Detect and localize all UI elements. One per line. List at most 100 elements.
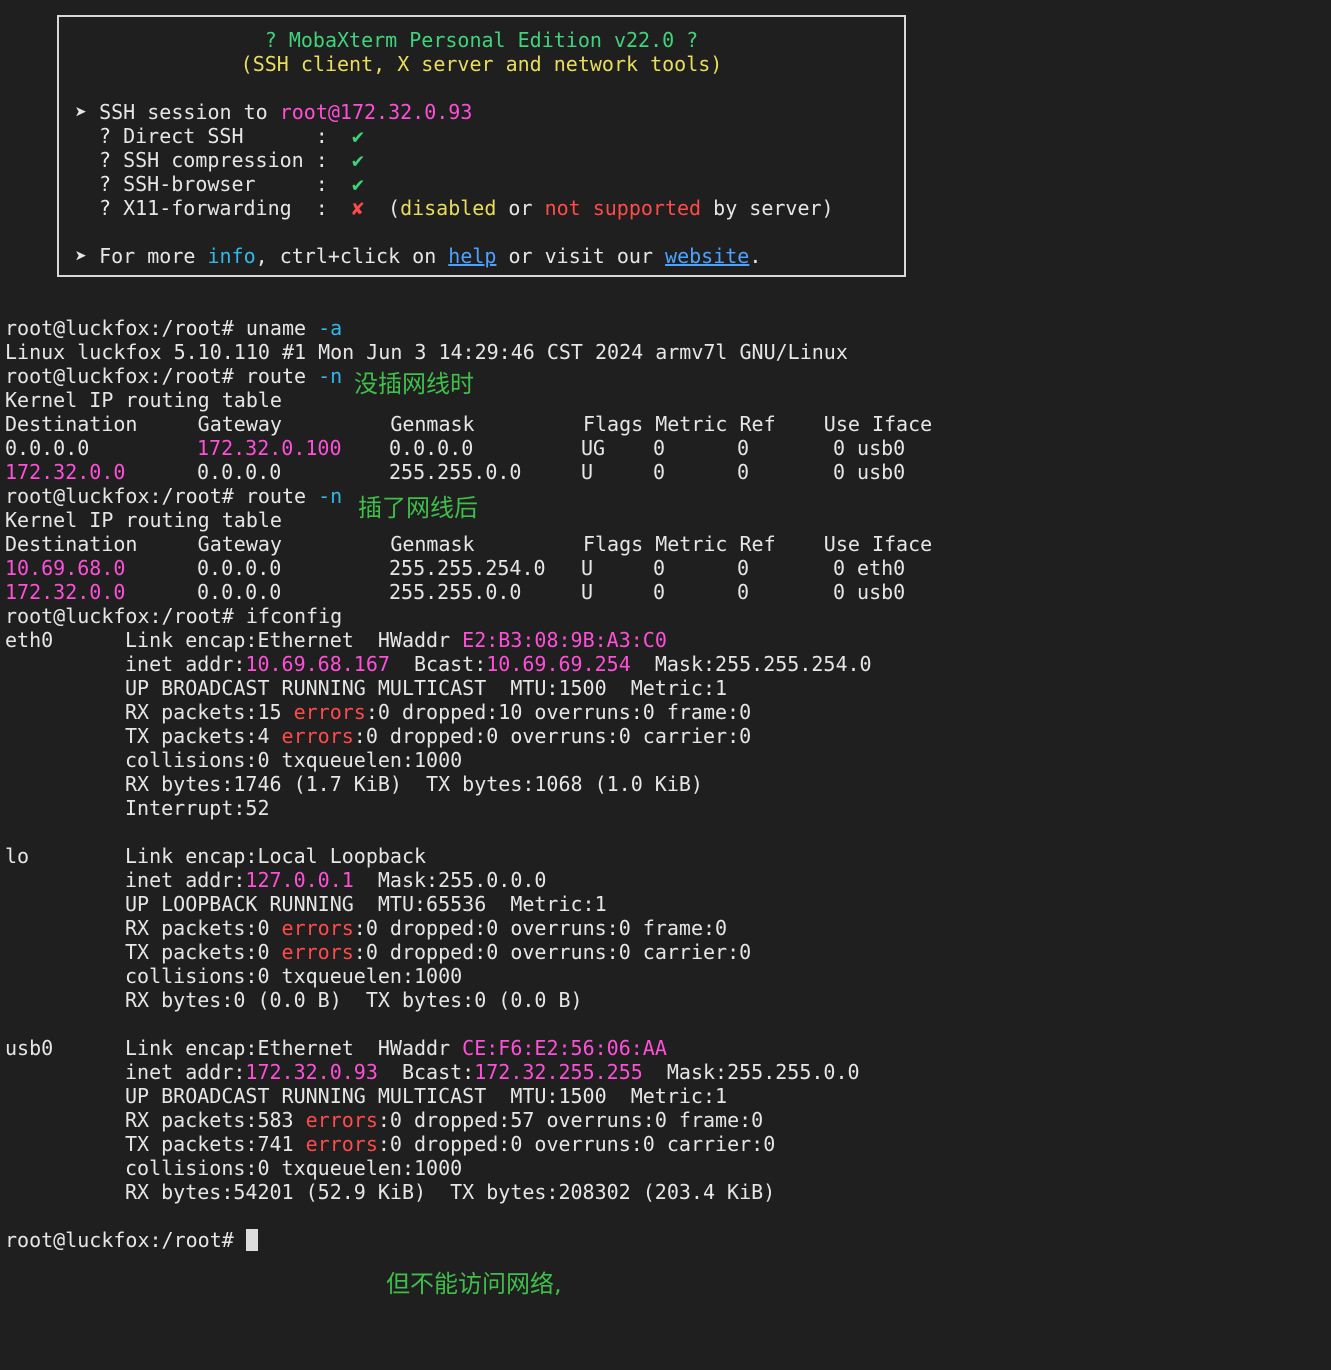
banner-footer: ➤ For more info, ctrl+click on help or v… (75, 244, 761, 268)
route-gateway: 172.32.0.100 (197, 436, 342, 460)
hwaddr: E2:B3:08:9B:A3:C0 (462, 628, 667, 652)
route-iface: usb0 (857, 580, 906, 604)
kernel-table-title: Kernel IP routing table (5, 508, 282, 532)
footer-text: or visit our (496, 244, 666, 268)
errors-label: errors (281, 724, 354, 748)
iface-eth0-line: eth0 Link encap:Ethernet HWaddr E2:B3:08:… (5, 628, 1325, 652)
route-mask: 0.0.0.0 (389, 436, 474, 460)
command: route (245, 364, 307, 388)
errors-label: errors (281, 916, 354, 940)
feature-direct-ssh: ? Direct SSH : ✔ (99, 124, 364, 148)
feature-ssh-browser: ? SSH-browser : ✔ (99, 172, 364, 196)
route-ref: 0 (737, 556, 750, 580)
iface-text: Mask:255.255.254.0 (630, 652, 872, 676)
route-mask: 255.255.254.0 (389, 556, 546, 580)
text-cursor[interactable] (245, 1229, 258, 1251)
kernel-table-title: Kernel IP routing table (5, 388, 282, 412)
route-header: Destination Gateway Genmask Flags Metric… (5, 412, 933, 436)
iface-name: usb0 (5, 1036, 54, 1060)
route-row: 0.0.0.0 172.32.0.100 0.0.0.0 UG 0 0 0 usb0 (5, 436, 1325, 460)
inet-addr: 10.69.68.167 (245, 652, 390, 676)
route-ref: 0 (737, 580, 750, 604)
iface-text: inet addr: (125, 652, 246, 676)
iface-text: RX packets:583 (125, 1108, 306, 1132)
command-line: root@luckfox:/root# route -n (5, 364, 1325, 388)
route-row: 10.69.68.0 0.0.0.0 255.255.254.0 U 0 0 0 eth0 (5, 556, 1325, 580)
feature-label: ? SSH-browser : (99, 172, 328, 196)
iface-text: :0 dropped:10 overruns:0 frame:0 (365, 700, 752, 724)
iface-text: RX packets:15 (125, 700, 294, 724)
uname-output: Linux luckfox 5.10.110 #1 Mon Jun 3 14:2… (5, 340, 848, 364)
route-metric: 0 (653, 580, 666, 604)
iface-text: Bcast: (377, 1060, 475, 1084)
iface-text: :0 dropped:57 overruns:0 frame:0 (377, 1108, 764, 1132)
iface-text: Mask:255.255.0.0 (642, 1060, 860, 1084)
iface-lo-line: TX packets:0 errors:0 dropped:0 overruns… (5, 940, 1325, 964)
footer-text: , ctrl+click on (255, 244, 449, 268)
check-icon: ✔ (351, 172, 364, 196)
iface-lo-line: inet addr:127.0.0.1 Mask:255.0.0.0 (5, 868, 1325, 892)
iface-text: Link encap:Ethernet HWaddr (125, 1036, 463, 1060)
iface-text: :0 dropped:0 overruns:0 carrier:0 (377, 1132, 776, 1156)
iface-name: eth0 (5, 628, 54, 652)
command-arg: -n (318, 364, 343, 388)
banner-title: ? MobaXterm Personal Edition v22.0 ? (264, 28, 699, 52)
errors-label: errors (305, 1108, 378, 1132)
command-arg: -a (318, 316, 343, 340)
command-line[interactable]: root@luckfox:/root# (5, 1228, 1325, 1252)
x11-note-disabled: disabled (400, 196, 497, 220)
iface-usb0-line: TX packets:741 errors:0 dropped:0 overru… (5, 1132, 1325, 1156)
iface-lo-line: lo Link encap:Local Loopback (5, 844, 1325, 868)
x11-note-not-supported: not supported (544, 196, 702, 220)
session-target: root@172.32.0.93 (279, 100, 473, 124)
route-use: 0 (832, 556, 845, 580)
iface-text: TX packets:741 (125, 1132, 306, 1156)
feature-label: ? Direct SSH : (99, 124, 328, 148)
prompt: root@luckfox:/root# (5, 316, 246, 340)
iface-text: TX packets:0 (125, 940, 282, 964)
route-dest: 172.32.0.0 (5, 460, 126, 484)
iface-text: inet addr: (125, 1060, 246, 1084)
feature-label: ? SSH compression : (99, 148, 328, 172)
route-flags: UG (581, 436, 606, 460)
route-use: 0 (832, 580, 845, 604)
iface-eth0-line: collisions:0 txqueuelen:1000 (125, 748, 463, 772)
footer-text: ➤ For more (75, 244, 208, 268)
route-dest: 10.69.68.0 (5, 556, 126, 580)
iface-text: :0 dropped:0 overruns:0 carrier:0 (353, 940, 752, 964)
help-link[interactable]: help (448, 244, 496, 268)
iface-text: Bcast: (389, 652, 487, 676)
route-dest: 172.32.0.0 (5, 580, 126, 604)
route-metric: 0 (653, 556, 666, 580)
annotation-no-network: 但不能访问网络, (386, 1270, 562, 1298)
route-row: 172.32.0.0 0.0.0.0 255.255.0.0 U 0 0 0 usb0 (5, 580, 1325, 604)
command: uname (245, 316, 307, 340)
route-iface: eth0 (857, 556, 906, 580)
feature-x11-forwarding: ? X11-forwarding : ✘ (disabled or not su… (99, 196, 834, 220)
iface-usb0-line: RX packets:583 errors:0 dropped:57 overr… (5, 1108, 1325, 1132)
bcast-addr: 172.32.255.255 (474, 1060, 643, 1084)
iface-text: TX packets:4 (125, 724, 282, 748)
iface-text: :0 dropped:0 overruns:0 frame:0 (353, 916, 728, 940)
route-metric: 0 (653, 460, 666, 484)
terminal-output: root@luckfox:/root# uname -a Linux luckf… (5, 316, 1325, 1252)
mobaxterm-banner: ? MobaXterm Personal Edition v22.0 ? (SS… (57, 15, 906, 277)
iface-lo-line: UP LOOPBACK RUNNING MTU:65536 Metric:1 (125, 892, 607, 916)
route-gateway: 0.0.0.0 (197, 556, 282, 580)
iface-usb0-line: UP BROADCAST RUNNING MULTICAST MTU:1500 … (125, 1084, 728, 1108)
route-ref: 0 (737, 436, 750, 460)
terminal-window[interactable]: { "banner": { "title": "? MobaXterm Pers… (0, 0, 1331, 1370)
route-gateway: 0.0.0.0 (197, 580, 282, 604)
iface-lo-line: RX packets:0 errors:0 dropped:0 overruns… (5, 916, 1325, 940)
iface-eth0-line: RX packets:15 errors:0 dropped:10 overru… (5, 700, 1325, 724)
website-link[interactable]: website (665, 244, 749, 268)
errors-label: errors (293, 700, 366, 724)
cross-icon: ✘ (351, 196, 364, 220)
route-dest: 0.0.0.0 (5, 436, 90, 460)
iface-text: Link encap:Local Loopback (125, 844, 427, 868)
route-use: 0 (832, 460, 845, 484)
route-use: 0 (832, 436, 845, 460)
